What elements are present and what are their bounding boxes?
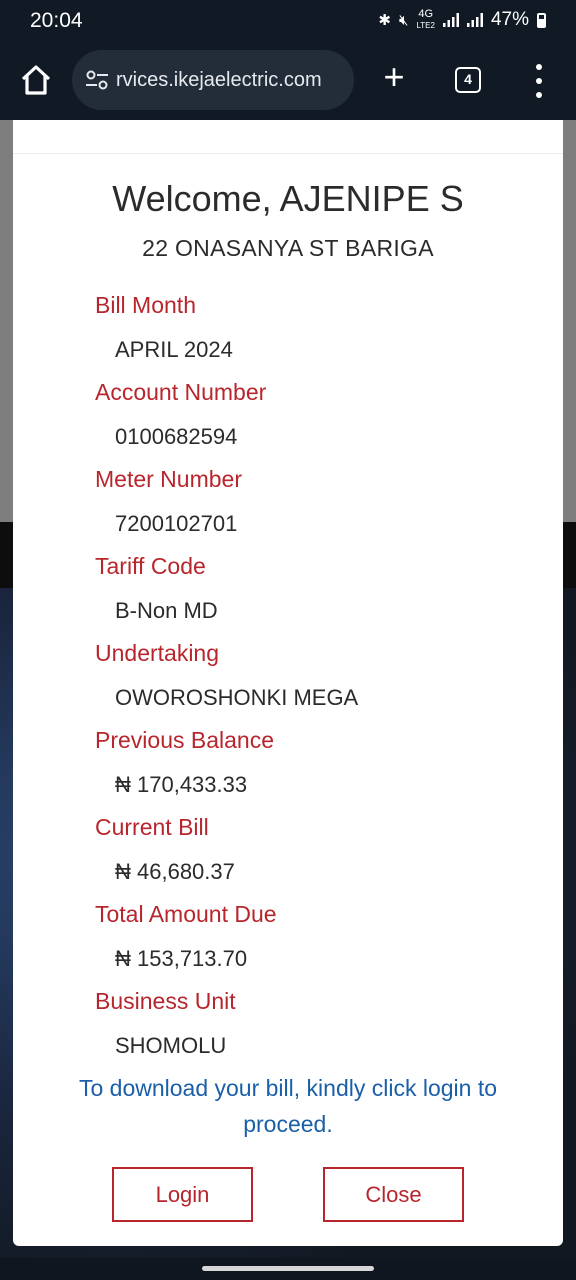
status-bar: 20:04 ✱ 🔇︎ 4G LTE2 47% xyxy=(0,0,576,42)
address-bar[interactable]: rvices.ikejaelectric.com xyxy=(72,50,354,110)
url-text: rvices.ikejaelectric.com xyxy=(116,68,322,91)
more-menu-icon[interactable] xyxy=(532,64,546,98)
network-4g-label: 4G xyxy=(418,8,434,20)
new-tab-icon[interactable]: + xyxy=(378,59,410,95)
signal-icon xyxy=(442,13,459,27)
network-type-label: 4G LTE2 xyxy=(416,9,435,31)
signal-icon xyxy=(466,13,483,27)
login-button[interactable]: Login xyxy=(112,1167,253,1222)
field-value: 0100682594 xyxy=(115,424,238,449)
field-label: Account Number xyxy=(95,379,267,405)
field-label: Current Bill xyxy=(95,814,209,840)
field-value: OWOROSHONKI MEGA xyxy=(115,685,359,710)
field-value: ₦ 153,713.70 xyxy=(115,946,248,971)
status-time: 20:04 xyxy=(30,9,83,32)
bluetooth-icon: ✱ xyxy=(378,12,391,29)
field-label: Total Amount Due xyxy=(95,901,277,927)
field-label: Previous Balance xyxy=(95,727,274,753)
battery-icon xyxy=(537,12,546,28)
gesture-handle[interactable] xyxy=(202,1266,374,1271)
field-label: Business Unit xyxy=(95,988,236,1014)
previous-balance-row: Previous Balance ₦ 170,433.33 xyxy=(95,725,535,812)
network-lte2-label: LTE2 xyxy=(416,21,435,30)
bill-modal: Welcome, AJENIPE S 22 ONASANYA ST BARIGA… xyxy=(13,120,563,1246)
close-button[interactable]: Close xyxy=(323,1167,464,1222)
browser-toolbar: rvices.ikejaelectric.com + 4 xyxy=(0,42,576,120)
undertaking-row: Undertaking OWOROSHONKI MEGA xyxy=(95,638,535,725)
site-settings-icon[interactable] xyxy=(84,67,110,93)
customer-address: 22 ONASANYA ST BARIGA xyxy=(142,235,434,261)
tariff-code-row: Tariff Code B-Non MD xyxy=(95,551,535,638)
home-icon[interactable] xyxy=(18,62,54,98)
field-value: 7200102701 xyxy=(115,511,238,536)
modal-divider xyxy=(13,153,563,154)
business-unit-row: Business Unit SHOMOLU xyxy=(95,986,535,1073)
battery-percent: 47% xyxy=(490,9,529,30)
bill-month-row: Bill Month APRIL 2024 xyxy=(95,290,535,377)
field-label: Bill Month xyxy=(95,292,196,318)
field-label: Undertaking xyxy=(95,640,220,666)
meter-number-row: Meter Number 7200102701 xyxy=(95,464,535,551)
total-amount-due-row: Total Amount Due ₦ 153,713.70 xyxy=(95,899,535,986)
field-value: APRIL 2024 xyxy=(115,337,233,362)
field-value: ₦ 46,680.37 xyxy=(115,859,235,884)
status-icons: ✱ 🔇︎ 4G LTE2 47% xyxy=(378,9,546,31)
field-label: Meter Number xyxy=(95,466,242,492)
bill-details: Bill Month APRIL 2024 Account Number 010… xyxy=(95,290,535,1073)
mute-icon: 🔇︎ xyxy=(398,11,409,29)
field-label: Tariff Code xyxy=(95,553,206,579)
nav-bar xyxy=(0,1258,576,1280)
field-value: SHOMOLU xyxy=(115,1033,227,1058)
account-number-row: Account Number 0100682594 xyxy=(95,377,535,464)
current-bill-row: Current Bill ₦ 46,680.37 xyxy=(95,812,535,899)
tab-switcher-icon[interactable]: 4 xyxy=(455,67,481,93)
field-value: ₦ 170,433.33 xyxy=(115,772,248,797)
welcome-heading: Welcome, AJENIPE S xyxy=(112,178,464,219)
field-value: B-Non MD xyxy=(115,598,218,623)
download-note: To download your bill, kindly click logi… xyxy=(78,1075,498,1137)
